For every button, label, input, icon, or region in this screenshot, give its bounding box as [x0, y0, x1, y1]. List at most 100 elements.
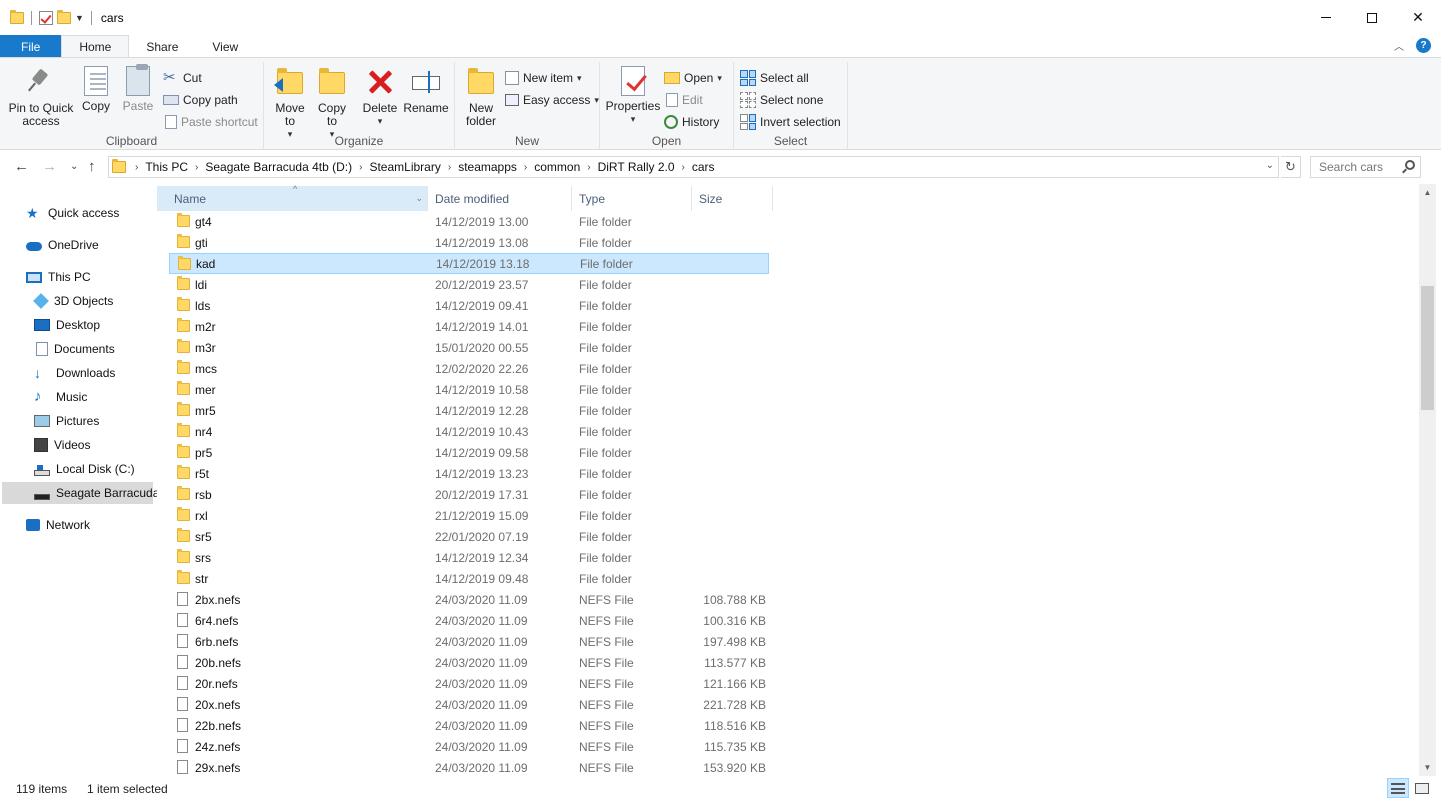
nav-documents[interactable]: Documents: [34, 338, 115, 360]
up-arrow-icon[interactable]: ↑: [88, 158, 96, 175]
file-row[interactable]: 6r4.nefs 24/03/2020 11.09 NEFS File 100.316…: [169, 610, 769, 631]
tab-view[interactable]: View: [195, 35, 255, 58]
breadcrumb-chevron-icon[interactable]: ›: [190, 162, 203, 173]
move-to-button[interactable]: Move to ▾: [272, 66, 308, 141]
folder-row[interactable]: lds 14/12/2019 09.41 File folder: [169, 295, 769, 316]
folder-row[interactable]: mcs 12/02/2020 22.26 File folder: [169, 358, 769, 379]
folder-row[interactable]: sr5 22/01/2020 07.19 File folder: [169, 526, 769, 547]
paste-button[interactable]: Paste: [120, 64, 156, 113]
file-row[interactable]: 20b.nefs 24/03/2020 11.09 NEFS File 113.577…: [169, 652, 769, 673]
folder-row[interactable]: kad 14/12/2019 13.18 File folder: [169, 253, 769, 274]
minimize-ribbon-icon[interactable]: ︿: [1394, 38, 1404, 53]
paste-shortcut-button[interactable]: Paste shortcut: [163, 112, 258, 132]
folder-row[interactable]: r5t 14/12/2019 13.23 File folder: [169, 463, 769, 484]
close-button[interactable]: ✕: [1395, 0, 1441, 35]
help-icon[interactable]: ?: [1416, 38, 1431, 53]
new-item-button[interactable]: New item ▾: [505, 68, 582, 88]
copy-to-button[interactable]: Copy to ▾: [314, 66, 350, 141]
nav-local-disk[interactable]: Local Disk (C:): [34, 458, 135, 480]
folder-row[interactable]: str 14/12/2019 09.48 File folder: [169, 568, 769, 589]
cut-button[interactable]: Cut: [163, 68, 202, 88]
scroll-down-icon[interactable]: ▼: [1419, 759, 1436, 776]
breadcrumb-chevron-icon[interactable]: ›: [677, 162, 690, 173]
nav-this-pc[interactable]: This PC: [26, 266, 91, 288]
back-arrow-icon[interactable]: ←: [14, 158, 29, 175]
minimize-button[interactable]: [1303, 0, 1349, 35]
file-row[interactable]: 22b.nefs 24/03/2020 11.09 NEFS File 118.516…: [169, 715, 769, 736]
pin-to-quick-access-button[interactable]: Pin to Quick access: [8, 66, 74, 128]
column-header-type[interactable]: Type: [572, 186, 692, 211]
breadcrumb-chevron-icon[interactable]: ›: [519, 162, 532, 173]
nav-downloads[interactable]: ↓ Downloads: [34, 362, 115, 384]
column-header-date[interactable]: Date modified: [428, 186, 572, 211]
file-row[interactable]: 24z.nefs 24/03/2020 11.09 NEFS File 115.735…: [169, 736, 769, 757]
file-row[interactable]: 20x.nefs 24/03/2020 11.09 NEFS File 221.728…: [169, 694, 769, 715]
folder-row[interactable]: nr4 14/12/2019 10.43 File folder: [169, 421, 769, 442]
folder-row[interactable]: gt4 14/12/2019 13.00 File folder: [169, 211, 769, 232]
rename-button[interactable]: Rename: [403, 66, 449, 115]
folder-row[interactable]: rxl 21/12/2019 15.09 File folder: [169, 505, 769, 526]
column-header-name[interactable]: ^ Name ⌄: [157, 184, 428, 211]
select-none-button[interactable]: Select none: [740, 90, 823, 110]
chevron-down-icon[interactable]: ⌄: [415, 193, 423, 204]
breadcrumb-drive[interactable]: Seagate Barracuda 4tb (D:): [203, 160, 354, 174]
new-folder-button[interactable]: New folder: [461, 66, 501, 128]
recent-locations-chevron-icon[interactable]: ⌄: [70, 161, 78, 172]
scrollbar-thumb[interactable]: [1421, 286, 1434, 410]
folder-row[interactable]: gti 14/12/2019 13.08 File folder: [169, 232, 769, 253]
nav-3d-objects[interactable]: 3D Objects: [33, 290, 113, 312]
tab-file[interactable]: File: [0, 35, 62, 58]
properties-button[interactable]: Properties ▾: [606, 66, 660, 126]
breadcrumb-steamlibrary[interactable]: SteamLibrary: [367, 160, 442, 174]
nav-pictures[interactable]: Pictures: [34, 410, 99, 432]
scroll-up-icon[interactable]: ▲: [1419, 184, 1436, 201]
breadcrumb-cars[interactable]: cars: [690, 160, 717, 174]
edit-button[interactable]: Edit: [664, 90, 703, 110]
nav-onedrive[interactable]: OneDrive: [26, 234, 99, 256]
breadcrumb-dirt-rally[interactable]: DiRT Rally 2.0: [596, 160, 677, 174]
nav-network[interactable]: Network: [26, 514, 90, 536]
nav-desktop[interactable]: Desktop: [34, 314, 100, 336]
file-row[interactable]: 29x.nefs 24/03/2020 11.09 NEFS File 153.920…: [169, 757, 769, 776]
folder-row[interactable]: srs 14/12/2019 12.34 File folder: [169, 547, 769, 568]
folder-row[interactable]: mer 14/12/2019 10.58 File folder: [169, 379, 769, 400]
new-folder-icon[interactable]: [57, 9, 71, 24]
breadcrumb-common[interactable]: common: [532, 160, 582, 174]
folder-row[interactable]: m3r 15/01/2020 00.55 File folder: [169, 337, 769, 358]
tab-home[interactable]: Home: [61, 35, 130, 58]
nav-seagate-drive[interactable]: Seagate Barracuda: [2, 482, 159, 504]
refresh-button[interactable]: ↻: [1281, 156, 1301, 178]
folder-row[interactable]: ldi 20/12/2019 23.57 File folder: [169, 274, 769, 295]
invert-selection-button[interactable]: Invert selection: [740, 112, 841, 132]
folder-row[interactable]: rsb 20/12/2019 17.31 File folder: [169, 484, 769, 505]
address-dropdown-icon[interactable]: ⌄: [1266, 160, 1274, 171]
delete-button[interactable]: Delete ▾: [360, 66, 400, 128]
nav-music[interactable]: ♪ Music: [34, 386, 87, 408]
open-button[interactable]: Open ▾: [664, 68, 722, 88]
large-icons-view-button[interactable]: [1411, 778, 1433, 798]
customize-toolbar-dropdown-icon[interactable]: ▼: [75, 13, 84, 23]
address-bar[interactable]: › This PC › Seagate Barracuda 4tb (D:) ›…: [108, 156, 1279, 178]
history-button[interactable]: History: [664, 112, 719, 132]
file-row[interactable]: 20r.nefs 24/03/2020 11.09 NEFS File 121.166…: [169, 673, 769, 694]
properties-icon[interactable]: [39, 10, 53, 25]
details-view-button[interactable]: [1387, 778, 1409, 798]
folder-row[interactable]: m2r 14/12/2019 14.01 File folder: [169, 316, 769, 337]
select-all-button[interactable]: Select all: [740, 68, 809, 88]
search-input[interactable]: Search cars: [1310, 156, 1421, 178]
column-header-size[interactable]: Size: [692, 186, 773, 211]
tab-share[interactable]: Share: [129, 35, 195, 58]
file-row[interactable]: 6rb.nefs 24/03/2020 11.09 NEFS File 197.498…: [169, 631, 769, 652]
breadcrumb-steamapps[interactable]: steamapps: [456, 160, 519, 174]
file-row[interactable]: 2bx.nefs 24/03/2020 11.09 NEFS File 108.788…: [169, 589, 769, 610]
breadcrumb-chevron-icon[interactable]: ›: [130, 162, 143, 173]
folder-row[interactable]: pr5 14/12/2019 09.58 File folder: [169, 442, 769, 463]
breadcrumb-this-pc[interactable]: This PC: [143, 160, 190, 174]
maximize-button[interactable]: [1349, 0, 1395, 35]
copy-button[interactable]: Copy: [78, 66, 114, 113]
nav-videos[interactable]: Videos: [34, 434, 90, 456]
folder-row[interactable]: mr5 14/12/2019 12.28 File folder: [169, 400, 769, 421]
breadcrumb-chevron-icon[interactable]: ›: [354, 162, 367, 173]
breadcrumb-chevron-icon[interactable]: ›: [582, 162, 595, 173]
vertical-scrollbar[interactable]: ▲ ▼: [1419, 184, 1436, 776]
